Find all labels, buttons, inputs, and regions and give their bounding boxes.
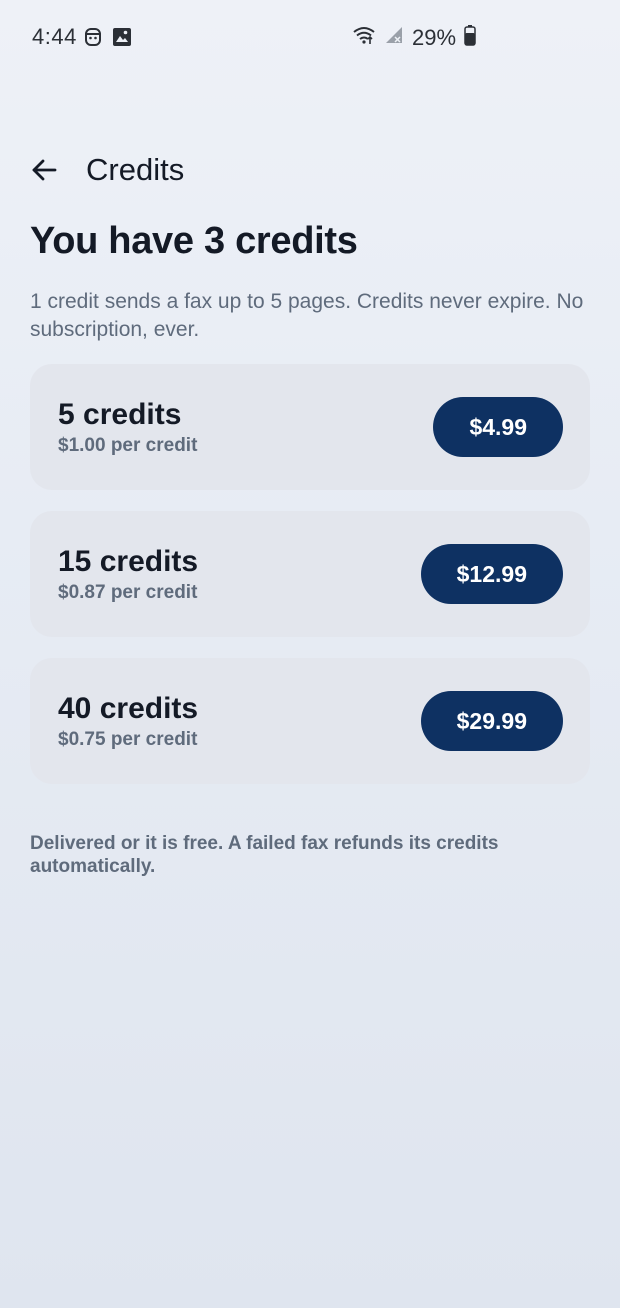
battery-icon	[464, 24, 476, 51]
buy-button[interactable]: $12.99	[420, 544, 563, 604]
pack-rate: $0.87 per credit	[58, 582, 198, 603]
arrow-left-icon	[30, 156, 58, 189]
status-system-icons: 29%	[352, 24, 476, 51]
status-notification-icons	[84, 27, 132, 52]
pack-rate: $0.75 per credit	[58, 729, 198, 750]
image-icon	[112, 27, 132, 52]
status-bar: 4:44 29%	[0, 0, 620, 74]
pack-rate: $1.00 per credit	[58, 435, 198, 456]
pack-name: 5 credits	[58, 398, 182, 431]
back-button[interactable]	[22, 150, 66, 194]
face-icon	[84, 27, 102, 52]
page-title: Credits	[86, 152, 185, 187]
credit-pack-card: 5 credits $1.00 per credit $4.99	[30, 364, 590, 490]
credit-pack-card: 40 credits $0.75 per credit $29.99	[30, 658, 590, 784]
buy-button[interactable]: $4.99	[433, 397, 563, 457]
signal-icon	[384, 25, 404, 50]
battery-percent: 29%	[412, 24, 457, 50]
status-time: 4:44	[32, 24, 77, 49]
refund-note: Delivered or it is free. A failed fax re…	[30, 833, 499, 877]
credit-description: 1 credit sends a fax up to 5 pages. Cred…	[30, 290, 584, 341]
credit-pack-list: 5 credits $1.00 per credit $4.99 15 cred…	[30, 364, 590, 805]
wifi-icon	[352, 25, 376, 50]
credit-pack-card: 15 credits $0.87 per credit $12.99	[30, 511, 590, 637]
buy-button[interactable]: $29.99	[420, 691, 563, 751]
app-bar: Credits	[0, 140, 620, 202]
pack-name: 15 credits	[58, 545, 199, 578]
pack-name: 40 credits	[58, 692, 199, 725]
credit-balance-heading: You have 3 credits	[30, 220, 358, 262]
